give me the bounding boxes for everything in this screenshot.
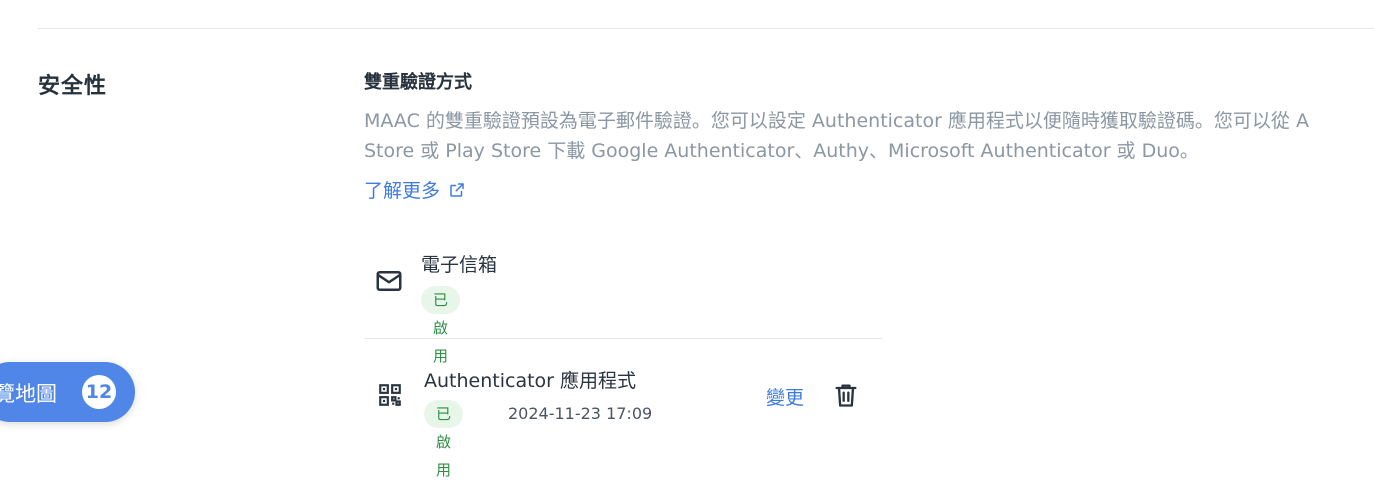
top-divider (38, 28, 1374, 29)
sitemap-button[interactable]: 覽地圖 12 (0, 362, 135, 422)
method-email-name: 電子信箱 (421, 254, 498, 276)
method-authenticator-status-badge: 已啟用 (424, 400, 464, 479)
method-authenticator-timestamp: 2024-11-23 17:09 (508, 404, 653, 423)
mail-icon (374, 266, 404, 296)
sitemap-count-badge: 12 (82, 375, 116, 409)
method-authenticator-name: Authenticator 應用程式 (424, 370, 637, 392)
delete-button[interactable] (832, 380, 860, 410)
learn-more-label: 了解更多 (364, 180, 441, 202)
learn-more-link[interactable]: 了解更多 (364, 176, 466, 203)
trash-icon (835, 384, 857, 407)
change-button[interactable]: 變更 (766, 383, 804, 410)
method-email-status-badge: 已啟用 (421, 286, 461, 365)
two-factor-heading: 雙重驗證方式 (364, 72, 472, 93)
section-title: 安全性 (38, 74, 108, 99)
sitemap-label: 覽地圖 (0, 382, 57, 406)
external-link-icon (450, 182, 464, 197)
two-factor-description: MAAC 的雙重驗證預設為電子郵件驗證。您可以設定 Authenticator … (364, 110, 1309, 162)
methods-divider (364, 338, 882, 339)
qr-code-icon (377, 382, 403, 408)
